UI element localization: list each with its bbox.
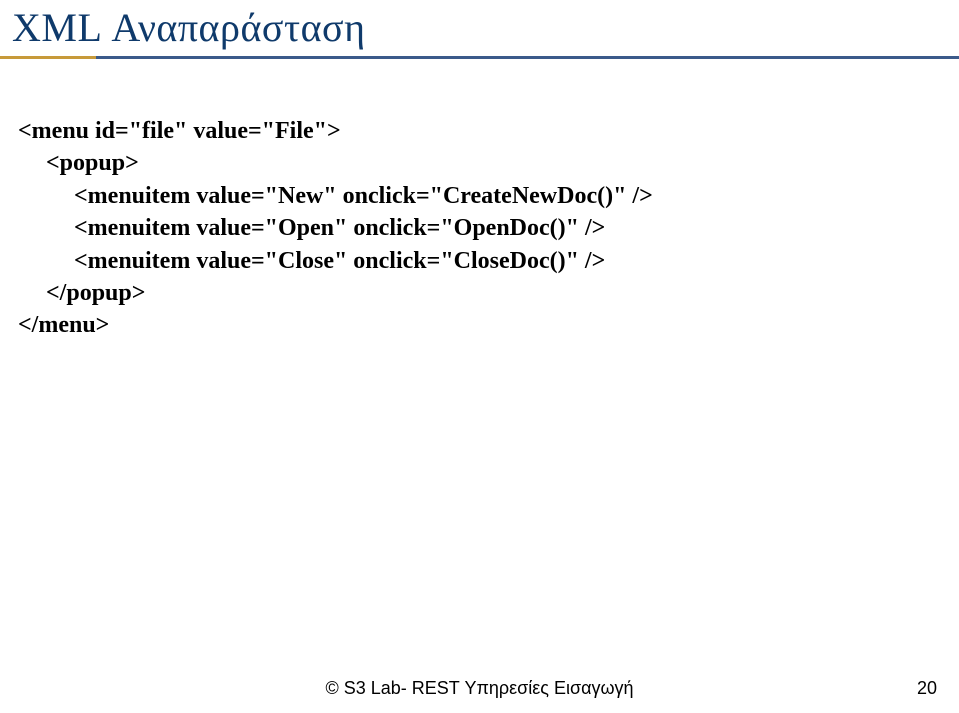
code-line: <menuitem value="Open" onclick="OpenDoc(… (18, 212, 653, 244)
code-block: <menu id="file" value="File"> <popup> <m… (18, 115, 653, 342)
page-number: 20 (917, 678, 937, 699)
code-line: <popup> (18, 147, 653, 179)
code-line: <menu id="file" value="File"> (18, 115, 653, 147)
code-line: </popup> (18, 277, 653, 309)
slide-title: XML Αναπαράσταση (0, 0, 959, 51)
code-line: </menu> (18, 309, 653, 341)
title-underline-blue (0, 56, 959, 59)
code-line: <menuitem value="Close" onclick="CloseDo… (18, 245, 653, 277)
title-underline-gold (0, 56, 96, 59)
footer-text: © S3 Lab- REST Υπηρεσίες Εισαγωγή (0, 678, 959, 699)
code-line: <menuitem value="New" onclick="CreateNew… (18, 180, 653, 212)
